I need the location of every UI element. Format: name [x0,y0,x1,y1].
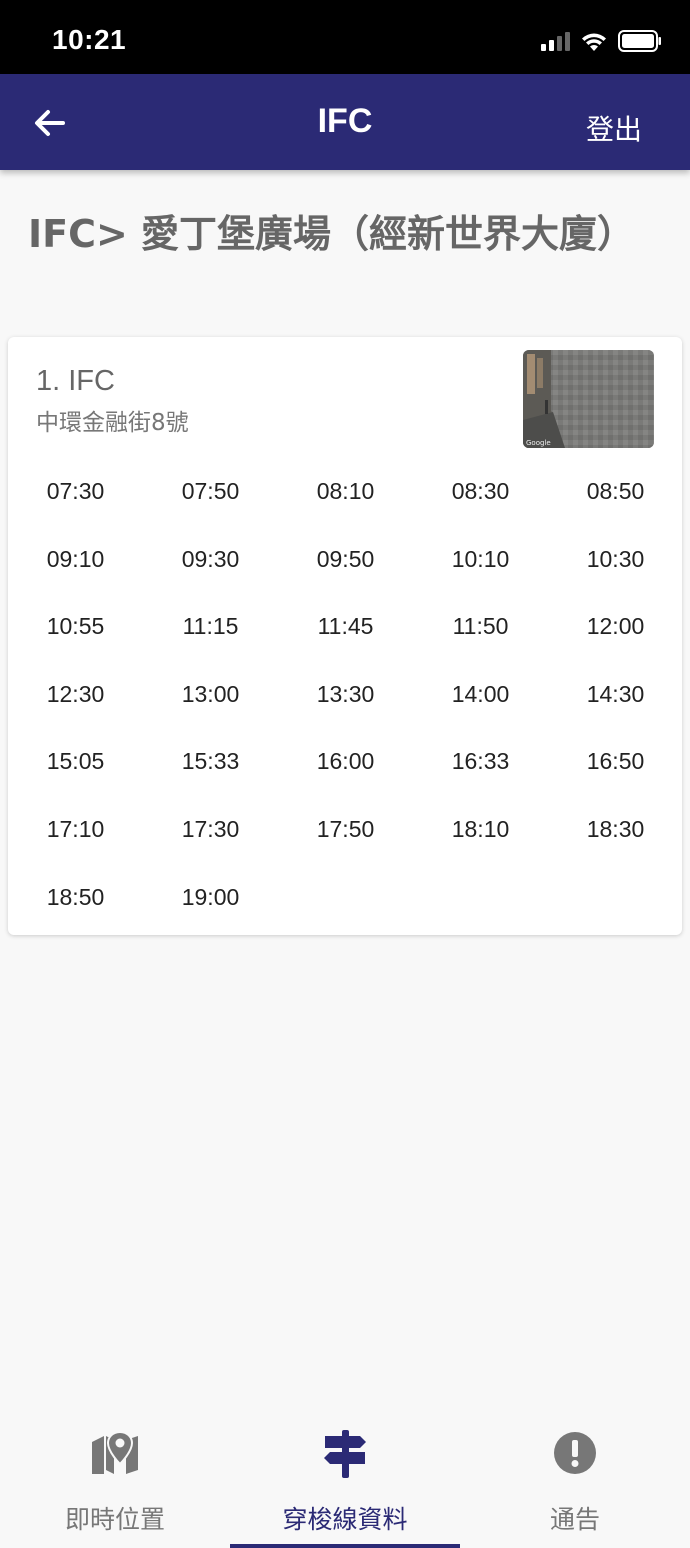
departure-time: 07:30 [46,478,105,504]
departure-time: 13:00 [181,680,240,707]
departure-time: 14:30 [586,680,645,707]
departure-time: 17:10 [46,815,105,842]
departure-time: 10:30 [586,545,645,572]
signpost-icon [324,1430,366,1478]
cellular-signal-icon [541,31,570,51]
street-view-photo[interactable]: Google [523,350,654,448]
nav-item-notices[interactable]: 通告 [460,1410,690,1548]
active-tab-indicator [230,1544,460,1548]
departure-time: 12:00 [586,613,645,640]
departure-time: 11:15 [182,613,239,640]
departure-time: 10:10 [451,545,510,572]
stop-address: 中環金融街8號 [36,410,189,436]
departure-time: 11:45 [317,613,374,640]
departure-time: 17:50 [316,815,375,842]
nav-item-shuttle-info[interactable]: 穿梭線資料 [230,1410,460,1548]
departure-time: 09:10 [46,545,105,572]
departure-time: 13:30 [316,680,375,707]
departure-time: 18:30 [586,815,645,842]
departure-time: 09:30 [181,545,240,572]
departure-time: 09:50 [316,545,375,572]
departure-time: 16:50 [586,748,645,775]
nav-item-realtime-location[interactable]: 即時位置 [0,1410,230,1548]
stop-card: 1. IFC 中環金融街8號 Google 07:30 07:50 08:10 … [8,337,682,935]
stop-name: 1. IFC [36,365,115,397]
battery-icon [618,30,661,52]
departure-time: 15:05 [46,748,105,775]
departure-time: 08:30 [451,478,510,504]
street-view-image: Google [523,350,654,448]
map-pin-icon [92,1430,138,1474]
departure-time: 15:33 [181,748,240,775]
departure-time: 14:00 [451,680,510,707]
wifi-icon [582,33,606,51]
bottom-nav: 即時位置 穿梭線資料 通告 [0,1410,690,1548]
status-time: 10:21 [52,24,127,55]
departure-time: 07:50 [181,478,240,504]
nav-label-shuttle-info: 穿梭線資料 [282,1505,408,1534]
alert-circle-icon [554,1432,596,1474]
departure-time: 11:50 [452,613,509,640]
departure-time: 08:50 [586,478,645,504]
svg-text:Google: Google [526,439,551,447]
route-title: IFC> 愛丁堡廣場（經新世界大廈） [28,212,636,256]
nav-label-notices: 通告 [549,1505,600,1534]
departure-time: 16:00 [316,748,375,775]
logout-button[interactable]: 登出 [586,108,642,148]
departure-time: 18:50 [46,883,105,910]
departure-time: 17:30 [181,815,240,842]
nav-label-realtime-location: 即時位置 [64,1505,165,1534]
app-screen: 10:21 IFC 登出 IFC> 愛丁堡廣場（經新世界大廈） 1. IFC 中… [0,0,690,1548]
departure-time: 12:30 [46,680,105,707]
departure-times-grid: 07:30 07:50 08:10 08:30 08:50 09:10 09:30 09:50… [8,461,682,934]
departure-time: 19:00 [181,883,240,910]
app-bar: IFC 登出 [0,74,690,170]
status-bar: 10:21 [0,0,690,74]
departure-time: 16:33 [451,748,510,775]
departure-time: 18:10 [451,815,510,842]
status-icons [541,26,662,56]
departure-time: 08:10 [316,478,375,504]
departure-time: 10:55 [46,613,105,640]
